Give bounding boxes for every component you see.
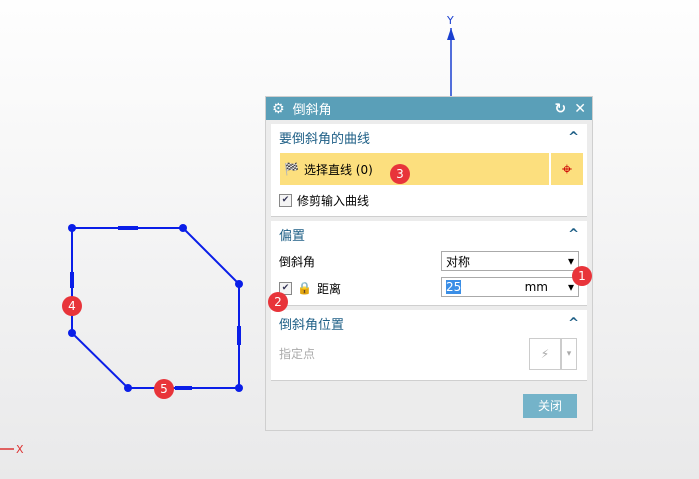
dialog-title: 倒斜角: [292, 103, 332, 118]
gear-icon[interactable]: ⚙: [272, 101, 285, 117]
section-curves: 要倒斜角的曲线 ^ 🏁 选择直线 (0) ⌖ ✔ 修剪输入曲线: [271, 124, 587, 217]
chamfer-type-select[interactable]: 对称 ▾: [441, 251, 579, 271]
section-title: 偏置: [279, 228, 306, 244]
select-line-field[interactable]: 🏁 选择直线 (0): [280, 153, 549, 185]
crosshair-icon[interactable]: ⌖: [551, 153, 583, 185]
lock-icon[interactable]: 🔒: [297, 281, 312, 295]
distance-unit: mm: [524, 280, 548, 294]
badge-5: 5: [154, 379, 174, 399]
flag-icon: 🏁: [284, 162, 299, 176]
section-title: 倒斜角位置: [279, 317, 345, 333]
distance-input[interactable]: 25 mm ▾: [441, 277, 579, 297]
dropdown-arrow-icon: ▾: [567, 254, 574, 268]
close-icon[interactable]: ✕: [574, 101, 586, 117]
section-header[interactable]: 偏置 ^: [271, 221, 587, 247]
specify-point-label: 指定点: [279, 346, 316, 361]
chevron-up-icon[interactable]: ^: [568, 130, 579, 145]
section-offset: 偏置 ^ 倒斜角 对称 ▾ ✔ 🔒 距离 25 mm ▾: [271, 221, 587, 306]
section-position: 倒斜角位置 ^ 指定点 ⚡ ▾: [271, 310, 587, 381]
badge-3: 3: [390, 164, 410, 184]
x-axis-label: X: [16, 443, 24, 456]
close-button[interactable]: 关闭: [523, 394, 577, 418]
constraint-marks: [70, 226, 241, 390]
chamfer-type-value: 对称: [446, 254, 471, 269]
section-title: 要倒斜角的曲线: [279, 131, 371, 147]
select-line-label: 选择直线 (0): [303, 162, 373, 177]
chamfer-label: 倒斜角: [279, 254, 316, 269]
chevron-up-icon[interactable]: ^: [568, 316, 579, 331]
chevron-up-icon[interactable]: ^: [568, 227, 579, 242]
section-header[interactable]: 要倒斜角的曲线 ^: [271, 124, 587, 150]
y-axis-arrow-icon: [447, 28, 455, 40]
sketch-polygon[interactable]: [71, 227, 240, 389]
dialog-titlebar: ⚙ 倒斜角 ↻ ✕: [266, 97, 592, 120]
distance-value[interactable]: 25: [446, 280, 462, 294]
polygon-vertices: [68, 224, 243, 392]
chamfer-dialog: ⚙ 倒斜角 ↻ ✕ 要倒斜角的曲线 ^ 🏁 选择直线 (0) ⌖ ✔ 修剪输入曲线 偏…: [265, 96, 593, 431]
point-dialog-icon[interactable]: ⚡: [529, 338, 561, 370]
badge-4: 4: [62, 296, 82, 316]
trim-checkbox[interactable]: ✔: [279, 193, 292, 207]
section-header[interactable]: 倒斜角位置 ^: [271, 310, 587, 336]
trim-label: 修剪输入曲线: [297, 193, 370, 208]
distance-label: 距离: [316, 281, 341, 296]
badge-2: 2: [268, 292, 288, 312]
reset-icon[interactable]: ↻: [555, 101, 567, 117]
y-axis-label: Y: [446, 14, 454, 27]
point-dropdown-arrow-icon[interactable]: ▾: [561, 338, 577, 370]
badge-1: 1: [572, 266, 592, 286]
